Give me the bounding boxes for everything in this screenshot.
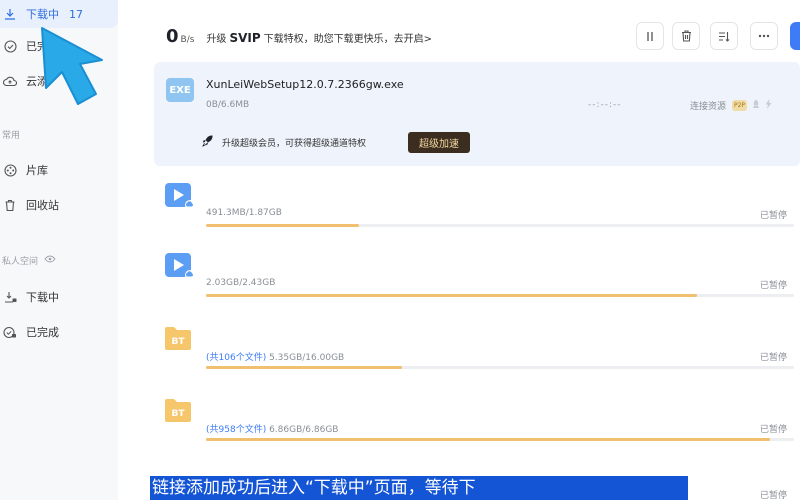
file-count[interactable]: (共106个文件) [206,353,266,363]
active-download-card[interactable]: EXE XunLeiWebSetup12.0.7.2366gw.exe 0B/6… [154,62,800,166]
task-size-info: (共958个文件) 6.86GB/6.86GB [206,422,339,435]
trash-icon [681,30,691,42]
task-size: 5.35GB/16.00GB [269,353,345,363]
task-size-info: 2.03GB/2.43GB [206,278,275,288]
progress-fill [206,224,359,227]
file-count[interactable]: (共958个文件) [206,425,266,435]
task-row[interactable]: 2.03GB/2.43GB 已暂停 [150,252,800,312]
progress-bar [206,294,794,297]
download-lock-icon [2,289,18,305]
eye-icon[interactable] [44,255,56,266]
delete-button[interactable] [672,22,700,50]
progress-bar [206,438,794,441]
progress-bar [206,224,794,227]
remaining-time: --:--:-- [588,100,622,110]
promo-prefix: 升级 [206,34,227,45]
section-common: 常用 [2,128,20,141]
pause-icon [647,31,653,41]
task-size-info: 491.3MB/1.87GB [206,208,282,218]
file-name: XunLeiWebSetup12.0.7.2366gw.exe [206,78,404,91]
sidebar-item-label: 已完成 [26,326,59,339]
task-row[interactable]: 491.3MB/1.87GB 已暂停 [150,182,800,242]
sidebar-item-private-completed[interactable]: 已完成 [0,319,59,345]
rocket-icon [202,134,214,150]
file-size: 0B/6.6MB [206,100,250,110]
task-size-info: (共106个文件) 5.35GB/16.00GB [206,350,344,363]
source-label: 连接资源 [690,102,727,112]
video-file-icon [164,182,195,210]
main-panel: 0 B/s 升级 SVIP 下载特权，助您下载更快乐，去开启> EXE XunLei… [150,0,800,500]
bt-folder-icon: BT [164,396,194,424]
bt-folder-icon: BT [164,324,194,352]
task-size: 2.03GB/2.43GB [206,278,276,288]
trash-icon [2,197,18,213]
speed-unit: B/s [180,35,195,45]
sidebar-item-library[interactable]: 片库 [0,157,48,183]
new-task-button[interactable] [790,22,800,50]
progress-bar [206,366,794,369]
section-label: 私人空间 [2,257,39,267]
svg-text:BT: BT [172,337,186,347]
exe-file-icon: EXE [166,78,194,102]
section-private: 私人空间 [2,254,56,267]
super-boost-button[interactable]: 超级加速 [408,132,470,153]
promo-text: 升级超级会员，可获得超级通道特权 [222,138,367,149]
task-row[interactable]: BT (共958个文件) 6.86GB/6.86GB 已暂停 [150,396,800,456]
speed-value: 0 [166,26,179,47]
tutorial-caption: 链接添加成功后进入“下载中”页面，等待下 [150,476,688,500]
more-button[interactable] [750,22,778,50]
film-reel-icon [2,162,18,178]
speed-bar: 0 B/s 升级 SVIP 下载特权，助您下载更快乐，去开启> [166,26,432,47]
sidebar-item-label: 下载中 [26,8,59,21]
super-vip-promo: 升级超级会员，可获得超级通道特权 [202,134,366,150]
progress-fill [206,294,697,297]
check-lock-icon [2,324,18,340]
task-row[interactable]: BT (共106个文件) 5.35GB/16.00GB 已暂停 [150,324,800,384]
cloud-upload-icon [2,73,18,89]
sidebar-item-downloading[interactable]: 下载中 17 [0,0,118,28]
progress-fill [206,366,403,369]
lightning-icon [765,99,772,112]
pause-all-button[interactable] [636,22,664,50]
task-status: 已暂停 [760,491,788,500]
task-status: 已暂停 [760,211,788,221]
check-circle-icon [2,38,18,54]
download-count: 17 [69,7,83,21]
connection-status: 连接资源 P2P [690,99,772,112]
arrow-pointer-icon [41,27,103,105]
sidebar-item-label: 下载中 [26,291,59,304]
sidebar-item-private-downloading[interactable]: 下载中 [0,284,59,310]
task-size: 491.3MB/1.87GB [206,208,282,218]
rocket-small-icon [752,99,760,112]
promo-svip: SVIP [229,31,261,45]
svip-promo-link[interactable]: 升级 SVIP 下载特权，助您下载更快乐，去开启> [206,30,432,45]
promo-suffix: 下载特权，助您下载更快乐，去开启> [263,34,433,45]
task-status: 已暂停 [760,281,788,291]
svg-text:BT: BT [172,409,186,419]
sort-icon [719,31,730,42]
sidebar-item-label: 片库 [26,164,48,177]
task-status: 已暂停 [760,353,788,363]
download-icon [2,6,18,22]
p2p-badge: P2P [732,100,748,111]
progress-fill [206,438,771,441]
sidebar-item-label: 回收站 [26,199,59,212]
more-icon [758,34,770,38]
task-status: 已暂停 [760,425,788,435]
video-file-icon [164,252,195,280]
sort-button[interactable] [710,22,738,50]
section-label: 常用 [2,131,21,141]
sidebar-item-recycle[interactable]: 回收站 [0,192,59,218]
task-size: 6.86GB/6.86GB [269,425,339,435]
